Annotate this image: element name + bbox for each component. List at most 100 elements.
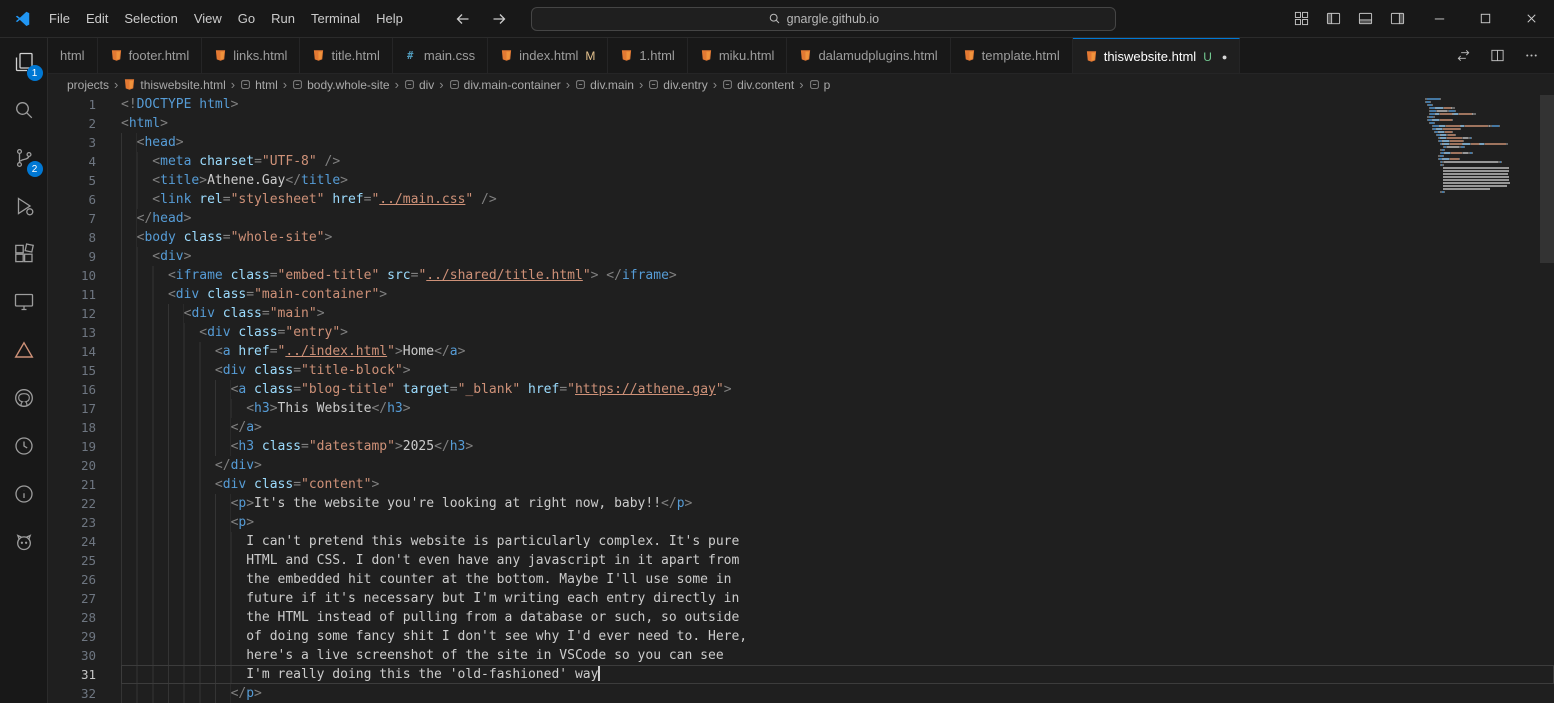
code-line[interactable]: 11<div class="main-container"> <box>48 285 1554 304</box>
menu-file[interactable]: File <box>41 7 78 30</box>
activity-remote-explorer[interactable] <box>0 278 48 326</box>
code-line[interactable]: 15<div class="title-block"> <box>48 361 1554 380</box>
menu-help[interactable]: Help <box>368 7 411 30</box>
close-button[interactable] <box>1508 0 1554 37</box>
code-line[interactable]: 9<div> <box>48 247 1554 266</box>
activity-run-debug[interactable] <box>0 182 48 230</box>
breadcrumb-projects[interactable]: projects <box>67 78 109 92</box>
scrollbar-thumb[interactable] <box>1540 95 1554 263</box>
code-line[interactable]: 19<h3 class="datestamp">2025</h3> <box>48 437 1554 456</box>
activity-triangle-extension[interactable] <box>0 326 48 374</box>
code-token: class <box>254 363 293 378</box>
code-line[interactable]: 12<div class="main"> <box>48 304 1554 323</box>
code-token: /> <box>325 154 341 169</box>
code-line[interactable]: 16<a class="blog-title" target="_blank" … <box>48 380 1554 399</box>
code-line[interactable]: 1<!DOCTYPE html> <box>48 95 1554 114</box>
code-token: href <box>238 344 269 359</box>
code-area[interactable]: 1<!DOCTYPE html>2<html>3<head>4<meta cha… <box>48 95 1554 703</box>
menu-run[interactable]: Run <box>263 7 303 30</box>
code-token: ../main.css <box>379 192 465 207</box>
breadcrumb-p[interactable]: p <box>809 78 831 92</box>
code-line[interactable]: 30here's a live screenshot of the site i… <box>48 646 1554 665</box>
activity-source-control[interactable]: 2 <box>0 134 48 182</box>
toggle-panel-button[interactable] <box>1355 8 1376 29</box>
toggle-primary-sidebar-button[interactable] <box>1323 8 1344 29</box>
code-line[interactable]: 8<body class="whole-site"> <box>48 228 1554 247</box>
code-line[interactable]: 18</a> <box>48 418 1554 437</box>
tab-links.html[interactable]: links.html <box>202 38 300 73</box>
tab-dalamudplugins.html[interactable]: dalamudplugins.html <box>787 38 950 73</box>
minimap-segment <box>1473 113 1475 115</box>
customize-layout-button[interactable] <box>1291 8 1312 29</box>
indent-guides <box>121 418 231 437</box>
tab-thiswebsite.html[interactable]: thiswebsite.htmlU● <box>1073 38 1241 73</box>
activity-info[interactable] <box>0 470 48 518</box>
activity-github[interactable] <box>0 374 48 422</box>
maximize-button[interactable] <box>1462 0 1508 37</box>
menu-edit[interactable]: Edit <box>78 7 116 30</box>
code-line[interactable]: 4<meta charset="UTF-8" /> <box>48 152 1554 171</box>
minimap[interactable] <box>1425 95 1540 703</box>
breadcrumb-div.entry[interactable]: div.entry <box>648 78 707 92</box>
code-line[interactable]: 14<a href="../index.html">Home</a> <box>48 342 1554 361</box>
command-center[interactable]: gnargle.github.io <box>531 7 1116 31</box>
code-line[interactable]: 17<h3>This Website</h3> <box>48 399 1554 418</box>
tab-footer.html[interactable]: footer.html <box>98 38 203 73</box>
code-line[interactable]: 6<link rel="stylesheet" href="../main.cs… <box>48 190 1554 209</box>
minimap-segment <box>1455 134 1456 136</box>
code-line[interactable]: 10<iframe class="embed-title" src="../sh… <box>48 266 1554 285</box>
line-number: 31 <box>48 665 121 684</box>
breadcrumb-div.content[interactable]: div.content <box>722 78 794 92</box>
code-line[interactable]: 25HTML and CSS. I don't even have any ja… <box>48 551 1554 570</box>
code-line[interactable]: 26the embedded hit counter at the bottom… <box>48 570 1554 589</box>
back-button[interactable] <box>455 11 471 27</box>
code-line[interactable]: 29of doing some fancy shit I don't see w… <box>48 627 1554 646</box>
breadcrumb-body.whole-site[interactable]: body.whole-site <box>292 78 390 92</box>
code-line[interactable]: 24I can't pretend this website is partic… <box>48 532 1554 551</box>
minimap-segment <box>1437 110 1448 112</box>
code-line[interactable]: 5<title>Athene.Gay</title> <box>48 171 1554 190</box>
tab-miku.html[interactable]: miku.html <box>688 38 788 73</box>
menu-go[interactable]: Go <box>230 7 263 30</box>
breadcrumb-thiswebsite.html[interactable]: thiswebsite.html <box>123 78 225 92</box>
code-line[interactable]: 7</head> <box>48 209 1554 228</box>
code-line[interactable]: 28the HTML instead of pulling from a dat… <box>48 608 1554 627</box>
tab-1.html[interactable]: 1.html <box>608 38 687 73</box>
split-editor-button[interactable] <box>1487 45 1508 66</box>
code-line[interactable]: 3<head> <box>48 133 1554 152</box>
activity-explorer[interactable]: 1 <box>0 38 48 86</box>
menu-selection[interactable]: Selection <box>116 7 185 30</box>
code-line[interactable]: 31I'm really doing this the 'old-fashion… <box>48 665 1554 684</box>
code-line[interactable]: 27future if it's necessary but I'm writi… <box>48 589 1554 608</box>
tab-template.html[interactable]: template.html <box>951 38 1073 73</box>
tab-title.html[interactable]: title.html <box>300 38 392 73</box>
tab-main.css[interactable]: #main.css <box>393 38 488 73</box>
tab-index.html[interactable]: index.htmlM <box>488 38 608 73</box>
activity-pets[interactable] <box>0 518 48 566</box>
menu-view[interactable]: View <box>186 7 230 30</box>
activity-search[interactable] <box>0 86 48 134</box>
breadcrumb-div.main-container[interactable]: div.main-container <box>449 78 561 92</box>
breadcrumb-div[interactable]: div <box>404 78 434 92</box>
symbol-icon <box>404 79 415 90</box>
breadcrumb-div.main[interactable]: div.main <box>575 78 634 92</box>
compare-changes-button[interactable] <box>1453 45 1474 66</box>
editor-scrollbar[interactable] <box>1540 95 1554 703</box>
more-actions-button[interactable] <box>1521 45 1542 66</box>
code-line[interactable]: 2<html> <box>48 114 1554 133</box>
tab-html[interactable]: html <box>48 38 98 73</box>
code-line[interactable]: 32</p> <box>48 684 1554 703</box>
activity-history[interactable] <box>0 422 48 470</box>
code-line[interactable]: 22<p>It's the website you're looking at … <box>48 494 1554 513</box>
toggle-secondary-sidebar-button[interactable] <box>1387 8 1408 29</box>
code-token: </ <box>231 420 247 435</box>
minimize-button[interactable] <box>1416 0 1462 37</box>
forward-button[interactable] <box>491 11 507 27</box>
breadcrumb-html[interactable]: html <box>240 78 278 92</box>
menu-terminal[interactable]: Terminal <box>303 7 368 30</box>
activity-extensions[interactable] <box>0 230 48 278</box>
code-line[interactable]: 13<div class="entry"> <box>48 323 1554 342</box>
code-line[interactable]: 21<div class="content"> <box>48 475 1554 494</box>
code-line[interactable]: 20</div> <box>48 456 1554 475</box>
code-line[interactable]: 23<p> <box>48 513 1554 532</box>
